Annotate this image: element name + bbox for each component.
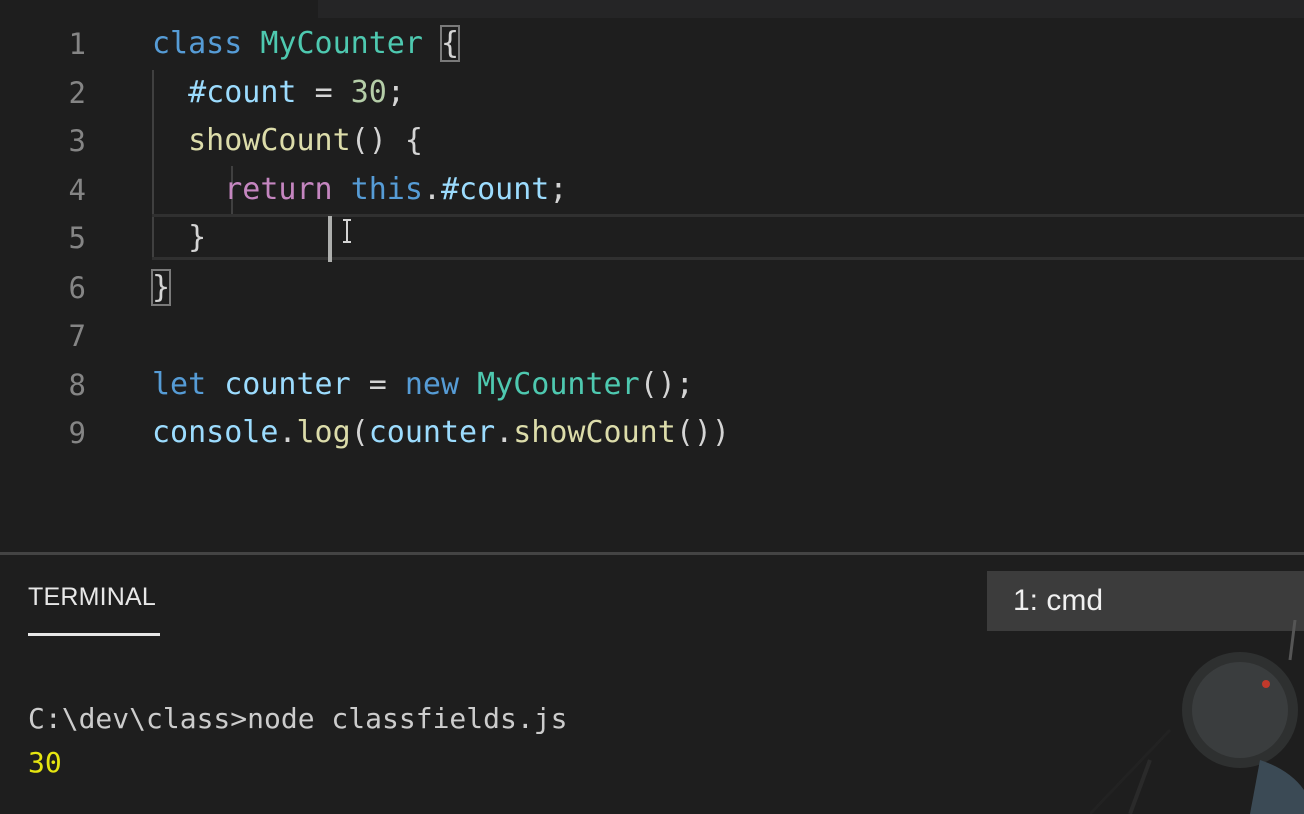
- code-line-5[interactable]: 5 }: [0, 214, 1304, 262]
- terminal-output-line: 30: [28, 746, 62, 779]
- code-text[interactable]: class MyCounter {: [152, 20, 461, 68]
- code-line-3[interactable]: 3 showCount() {: [0, 117, 1304, 165]
- tab-terminal[interactable]: TERMINAL: [28, 583, 156, 612]
- code-line-4[interactable]: 4 return this.#count;: [0, 166, 1304, 214]
- line-number: 6: [68, 271, 86, 305]
- terminal-command-line[interactable]: C:\dev\class>node classfields.js: [28, 697, 567, 741]
- code-text[interactable]: }: [150, 264, 172, 312]
- line-number: 9: [68, 416, 86, 450]
- code-editor[interactable]: 1 class MyCounter { 2 #count = 30; 3 sho…: [0, 0, 1304, 552]
- code-line-1[interactable]: 1 class MyCounter {: [0, 20, 1304, 68]
- bracket-match: }: [150, 269, 172, 306]
- line-number: 8: [68, 368, 86, 402]
- bracket-match: {: [439, 25, 461, 62]
- code-text[interactable]: showCount() {: [152, 117, 423, 165]
- code-line-7[interactable]: 7: [0, 312, 1304, 360]
- line-number: 5: [68, 221, 86, 255]
- editor-top-strip: [318, 0, 1304, 18]
- text-cursor: [328, 216, 332, 262]
- line-number: 7: [68, 319, 86, 353]
- line-number: 4: [68, 173, 86, 207]
- code-text[interactable]: return this.#count;: [152, 166, 567, 214]
- line-number: 2: [68, 76, 86, 110]
- code-text[interactable]: console.log(counter.showCount()): [152, 409, 730, 457]
- active-tab-indicator: [28, 633, 160, 636]
- webcam-overlay: [1090, 620, 1304, 814]
- ibeam-cursor-icon: [343, 219, 351, 243]
- line-number: 3: [68, 124, 86, 158]
- code-line-6[interactable]: 6 }: [0, 264, 1304, 312]
- code-text[interactable]: #count = 30;: [152, 69, 405, 117]
- code-line-8[interactable]: 8 let counter = new MyCounter();: [0, 361, 1304, 409]
- code-line-2[interactable]: 2 #count = 30;: [0, 69, 1304, 117]
- line-number: 1: [68, 27, 86, 61]
- code-line-9[interactable]: 9 console.log(counter.showCount()): [0, 409, 1304, 457]
- code-text[interactable]: }: [152, 214, 206, 262]
- terminal-selector-value: 1: cmd: [1013, 584, 1104, 617]
- code-text[interactable]: let counter = new MyCounter();: [152, 361, 694, 409]
